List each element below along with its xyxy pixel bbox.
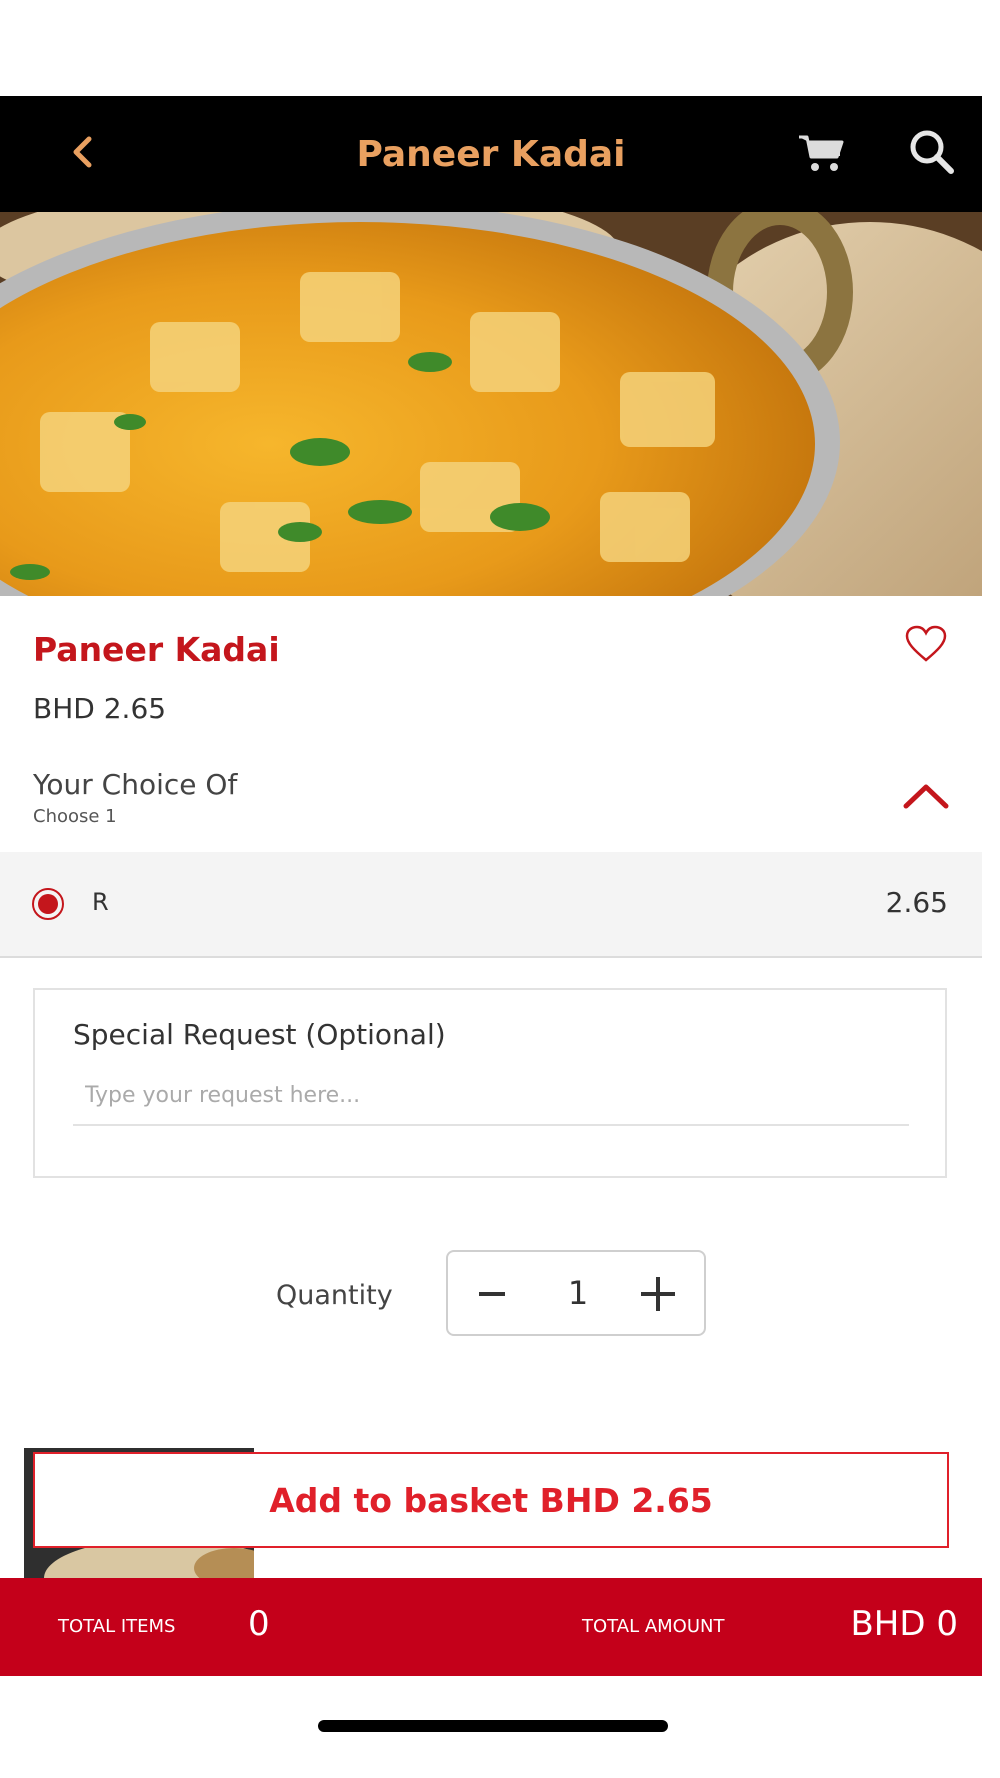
chevron-up-icon — [903, 784, 949, 809]
heart-icon — [905, 625, 947, 662]
basket-summary-bar[interactable]: TOTAL ITEMS 0 TOTAL AMOUNT BHD 0 — [0, 1578, 982, 1676]
top-app-bar: Paneer Kadai — [0, 96, 982, 212]
total-amount-value: BHD 0 — [850, 1604, 958, 1644]
increase-quantity-button[interactable] — [628, 1264, 688, 1324]
quantity-stepper: 1 — [446, 1250, 706, 1336]
total-items-value: 0 — [248, 1604, 270, 1644]
special-request-card: Special Request (Optional) — [33, 988, 947, 1178]
plus-icon — [641, 1277, 675, 1311]
radio-selected-dot — [38, 894, 58, 914]
option-radio[interactable] — [32, 888, 64, 920]
quantity-value: 1 — [567, 1274, 589, 1312]
product-detail-screen: Paneer Kadai Paneer Kadai BHD 2.65 Your … — [0, 0, 1000, 1778]
special-request-title: Special Request (Optional) — [73, 1018, 446, 1051]
total-amount-label: TOTAL AMOUNT — [582, 1616, 725, 1637]
decrease-quantity-button[interactable] — [462, 1264, 522, 1324]
search-icon — [910, 130, 954, 174]
total-items-label: TOTAL ITEMS — [58, 1616, 176, 1637]
choice-section-title: Your Choice Of — [33, 768, 238, 801]
cart-button[interactable] — [790, 122, 854, 186]
option-row[interactable]: R 2.65 — [0, 852, 982, 958]
screen-edge — [982, 0, 1000, 1778]
product-price: BHD 2.65 — [33, 692, 167, 725]
favorite-button[interactable] — [904, 624, 948, 664]
collapse-choice-button[interactable] — [900, 778, 952, 814]
search-button[interactable] — [900, 120, 964, 184]
cart-icon — [799, 135, 844, 171]
add-to-basket-button[interactable]: Add to basket BHD 2.65 — [33, 1452, 949, 1548]
choice-section-subtitle: Choose 1 — [33, 806, 117, 827]
home-indicator[interactable] — [318, 1720, 668, 1732]
quantity-label: Quantity — [276, 1280, 393, 1311]
option-price: 2.65 — [885, 886, 948, 919]
product-name: Paneer Kadai — [33, 630, 280, 669]
special-request-input[interactable] — [73, 1066, 909, 1126]
product-image — [0, 212, 982, 596]
option-label: R — [92, 888, 109, 916]
minus-icon — [479, 1292, 505, 1296]
